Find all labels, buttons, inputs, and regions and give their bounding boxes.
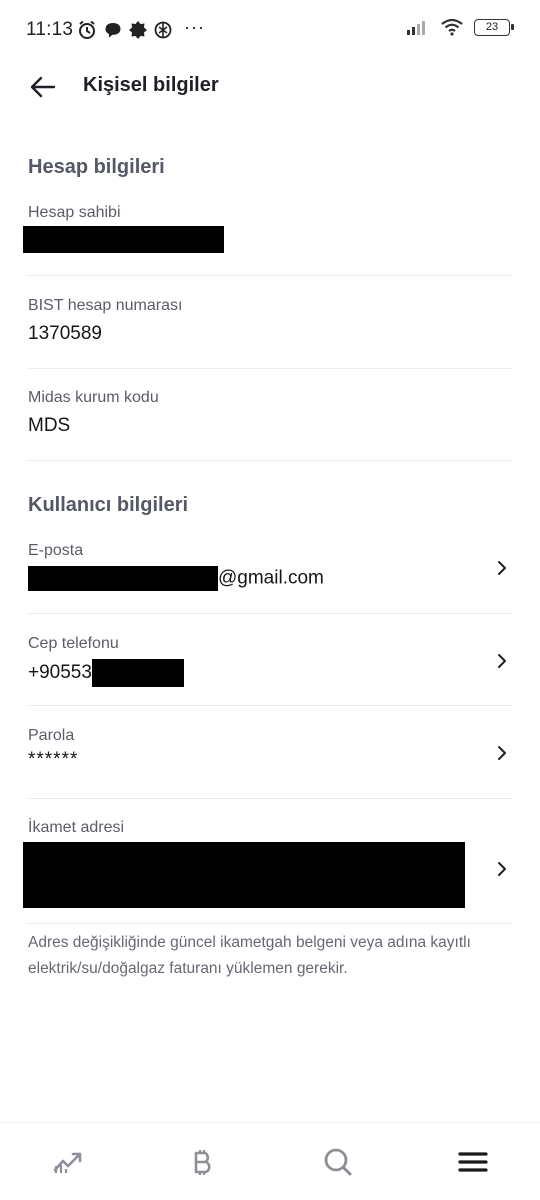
- user-section-title: Kullanıcı bilgileri: [28, 494, 189, 516]
- header: Kişisel bilgiler: [0, 60, 540, 112]
- chevron-right-icon: [498, 561, 506, 575]
- address-change-note: Adres değişikliğinde güncel ikametgah be…: [28, 934, 471, 977]
- arrow-left-icon: [30, 76, 56, 98]
- password-chevron: [492, 743, 512, 763]
- bitcoin-icon: [194, 1149, 210, 1175]
- divider: [28, 275, 512, 276]
- nav-search[interactable]: [270, 1123, 405, 1200]
- account-holder-redacted: [23, 226, 224, 253]
- address-redacted: [23, 842, 465, 908]
- password-label: Parola: [28, 727, 75, 744]
- bist-account-label: BIST hesap numarası: [28, 297, 183, 314]
- divider: [28, 613, 512, 614]
- nav-menu[interactable]: [405, 1123, 540, 1200]
- midas-code-label: Midas kurum kodu: [28, 389, 159, 406]
- nav-markets[interactable]: [0, 1123, 135, 1200]
- account-holder-label: Hesap sahibi: [28, 204, 121, 221]
- chat-bubble-icon: [105, 23, 121, 38]
- phone-label: Cep telefonu: [28, 635, 119, 652]
- email-suffix: @gmail.com: [218, 567, 324, 589]
- divider: [28, 460, 512, 461]
- password-value: ******: [28, 749, 79, 770]
- wifi-icon: [441, 18, 463, 36]
- chart-trend-icon: [53, 1152, 81, 1173]
- page-title: Kişisel bilgiler: [83, 74, 219, 96]
- more-notifications-icon: ···: [184, 17, 205, 37]
- bist-account-value: 1370589: [28, 323, 102, 344]
- chevron-right-icon: [498, 654, 506, 668]
- midas-code-value: MDS: [28, 415, 71, 436]
- email-value: @gmail.com: [28, 566, 512, 591]
- bottom-nav: [0, 1122, 540, 1200]
- divider: [28, 923, 512, 924]
- battery-icon: 23: [474, 18, 514, 36]
- account-holder-field: Hesap sahibi: [23, 204, 512, 253]
- phone-redacted: [91, 659, 184, 687]
- back-button[interactable]: [26, 70, 60, 104]
- account-section-title: Hesap bilgileri: [28, 156, 165, 178]
- phone-chevron: [492, 651, 512, 671]
- email-label: E-posta: [28, 542, 84, 559]
- email-row[interactable]: E-posta @gmail.com: [28, 542, 512, 602]
- password-row[interactable]: Parola ******: [28, 727, 512, 787]
- divider: [28, 368, 512, 369]
- midas-code-field: Midas kurum kodu MDS: [28, 389, 512, 437]
- status-right: 23: [406, 18, 514, 36]
- address-chevron: [492, 859, 512, 879]
- phone-prefix: +90553: [28, 662, 92, 684]
- search-icon: [324, 1148, 351, 1175]
- ai-knot-icon: [154, 21, 172, 39]
- signal-icon: [407, 21, 425, 35]
- address-row[interactable]: İkamet adresi: [23, 819, 512, 911]
- chevron-right-icon: [498, 862, 506, 876]
- divider: [28, 798, 512, 799]
- nav-crypto[interactable]: [135, 1123, 270, 1200]
- menu-icon: [457, 1151, 488, 1172]
- phone-row[interactable]: Cep telefonu +90553: [28, 635, 512, 695]
- phone-value: +90553: [28, 659, 512, 687]
- chevron-right-icon: [498, 746, 506, 760]
- alarm-icon: [79, 20, 95, 39]
- email-redacted: [28, 566, 218, 591]
- email-chevron: [492, 558, 512, 578]
- settings-badge-icon: [129, 21, 147, 39]
- address-label: İkamet adresi: [28, 819, 125, 836]
- status-time: 11:13: [26, 19, 74, 40]
- bist-account-field: BIST hesap numarası 1370589: [28, 297, 512, 345]
- status-bar: 11:13 ··· 23: [0, 0, 540, 60]
- divider: [28, 705, 512, 706]
